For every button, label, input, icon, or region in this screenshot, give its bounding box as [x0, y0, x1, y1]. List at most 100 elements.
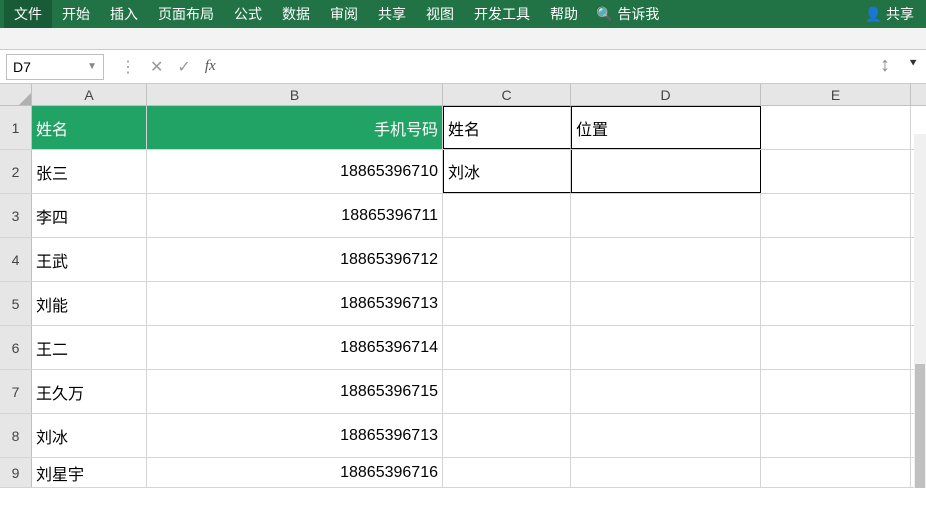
- cell-B1[interactable]: 手机号码: [147, 106, 443, 149]
- row-6: 6 王二 18865396714: [0, 326, 926, 370]
- cell-E1[interactable]: [761, 106, 911, 149]
- ribbon-collapsed-area: [0, 28, 926, 50]
- cell-B5[interactable]: 18865396713: [147, 282, 443, 325]
- cell-A1[interactable]: 姓名: [32, 106, 147, 149]
- select-all-corner[interactable]: [0, 84, 32, 105]
- cell-C4[interactable]: [443, 238, 571, 281]
- name-box-value: D7: [13, 59, 31, 75]
- row-header[interactable]: 9: [0, 458, 32, 487]
- row-8: 8 刘冰 18865396713: [0, 414, 926, 458]
- formula-bar-dropdown-icon[interactable]: ⯆: [908, 56, 918, 71]
- cell-C2[interactable]: 刘冰: [443, 150, 571, 193]
- cell-A5[interactable]: 刘能: [32, 282, 147, 325]
- cell-D8[interactable]: [571, 414, 761, 457]
- cell-C7[interactable]: [443, 370, 571, 413]
- vertical-scrollbar[interactable]: [914, 134, 926, 488]
- cell-C6[interactable]: [443, 326, 571, 369]
- tab-review[interactable]: 审阅: [320, 0, 368, 28]
- row-header[interactable]: 4: [0, 238, 32, 281]
- tab-file[interactable]: 文件: [4, 0, 52, 28]
- fx-button[interactable]: fx: [205, 58, 216, 75]
- cell-E4[interactable]: [761, 238, 911, 281]
- cell-A2[interactable]: 张三: [32, 150, 147, 193]
- cell-E2[interactable]: [761, 150, 911, 193]
- tab-data[interactable]: 数据: [272, 0, 320, 28]
- cell-A6[interactable]: 王二: [32, 326, 147, 369]
- tab-formulas[interactable]: 公式: [224, 0, 272, 28]
- cell-A9[interactable]: 刘星宇: [32, 458, 147, 487]
- formula-bar: D7 ▼ ⋮ ✕ ✓ fx ↕ ⯆: [0, 50, 926, 84]
- row-9: 9 刘星宇 18865396716: [0, 458, 926, 488]
- col-header-C[interactable]: C: [443, 84, 571, 105]
- cell-D2[interactable]: [571, 150, 761, 193]
- cell-A8[interactable]: 刘冰: [32, 414, 147, 457]
- cell-E6[interactable]: [761, 326, 911, 369]
- formula-input[interactable]: [232, 54, 920, 80]
- cell-D5[interactable]: [571, 282, 761, 325]
- cell-D3[interactable]: [571, 194, 761, 237]
- tell-me-label: 告诉我: [617, 4, 659, 24]
- scrollbar-thumb[interactable]: [915, 364, 925, 488]
- col-header-A[interactable]: A: [32, 84, 147, 105]
- share-button[interactable]: 👤 共享: [857, 4, 922, 24]
- cell-E5[interactable]: [761, 282, 911, 325]
- cell-C8[interactable]: [443, 414, 571, 457]
- cell-B3[interactable]: 18865396711: [147, 194, 443, 237]
- cell-B2[interactable]: 18865396710: [147, 150, 443, 193]
- cell-B7[interactable]: 18865396715: [147, 370, 443, 413]
- row-header[interactable]: 1: [0, 106, 32, 149]
- cell-E7[interactable]: [761, 370, 911, 413]
- col-header-D[interactable]: D: [571, 84, 761, 105]
- name-box[interactable]: D7 ▼: [6, 54, 104, 80]
- cell-C9[interactable]: [443, 458, 571, 487]
- cell-C3[interactable]: [443, 194, 571, 237]
- cell-C1[interactable]: 姓名: [443, 106, 571, 149]
- tab-developer[interactable]: 开发工具: [464, 0, 540, 28]
- tab-home[interactable]: 开始: [52, 0, 100, 28]
- share-icon: 👤: [865, 6, 882, 23]
- row-header[interactable]: 2: [0, 150, 32, 193]
- row-1: 1 姓名 手机号码 姓名 位置: [0, 106, 926, 150]
- tab-insert[interactable]: 插入: [100, 0, 148, 28]
- row-header[interactable]: 5: [0, 282, 32, 325]
- more-icon[interactable]: ⋮: [120, 57, 136, 77]
- cell-E3[interactable]: [761, 194, 911, 237]
- cell-C5[interactable]: [443, 282, 571, 325]
- row-7: 7 王久万 18865396715: [0, 370, 926, 414]
- row-header[interactable]: 8: [0, 414, 32, 457]
- tell-me[interactable]: 🔍 告诉我: [588, 4, 667, 24]
- row-2: 2 张三 18865396710 刘冰: [0, 150, 926, 194]
- cell-B4[interactable]: 18865396712: [147, 238, 443, 281]
- row-header[interactable]: 6: [0, 326, 32, 369]
- cell-D6[interactable]: [571, 326, 761, 369]
- worksheet: A B C D E 1 姓名 手机号码 姓名 位置 2 张三 188653967…: [0, 84, 926, 488]
- cell-B8[interactable]: 18865396713: [147, 414, 443, 457]
- cell-E8[interactable]: [761, 414, 911, 457]
- tab-share1[interactable]: 共享: [368, 0, 416, 28]
- enter-icon[interactable]: ✓: [177, 57, 190, 77]
- cell-B6[interactable]: 18865396714: [147, 326, 443, 369]
- cell-B9[interactable]: 18865396716: [147, 458, 443, 487]
- resize-vertical-icon[interactable]: ↕: [880, 54, 890, 77]
- cell-D4[interactable]: [571, 238, 761, 281]
- cell-A4[interactable]: 王武: [32, 238, 147, 281]
- row-header[interactable]: 7: [0, 370, 32, 413]
- cell-A3[interactable]: 李四: [32, 194, 147, 237]
- column-headers: A B C D E: [0, 84, 926, 106]
- col-header-E[interactable]: E: [761, 84, 911, 105]
- col-header-B[interactable]: B: [147, 84, 443, 105]
- chevron-down-icon[interactable]: ▼: [87, 61, 97, 72]
- tab-help[interactable]: 帮助: [540, 0, 588, 28]
- row-3: 3 李四 18865396711: [0, 194, 926, 238]
- tab-layout[interactable]: 页面布局: [148, 0, 224, 28]
- ribbon: 文件 开始 插入 页面布局 公式 数据 审阅 共享 视图 开发工具 帮助 🔍 告…: [0, 0, 926, 28]
- tab-view[interactable]: 视图: [416, 0, 464, 28]
- cell-D9[interactable]: [571, 458, 761, 487]
- cell-D7[interactable]: [571, 370, 761, 413]
- cancel-icon[interactable]: ✕: [150, 57, 163, 77]
- cell-A7[interactable]: 王久万: [32, 370, 147, 413]
- row-5: 5 刘能 18865396713: [0, 282, 926, 326]
- cell-E9[interactable]: [761, 458, 911, 487]
- row-header[interactable]: 3: [0, 194, 32, 237]
- cell-D1[interactable]: 位置: [571, 106, 761, 149]
